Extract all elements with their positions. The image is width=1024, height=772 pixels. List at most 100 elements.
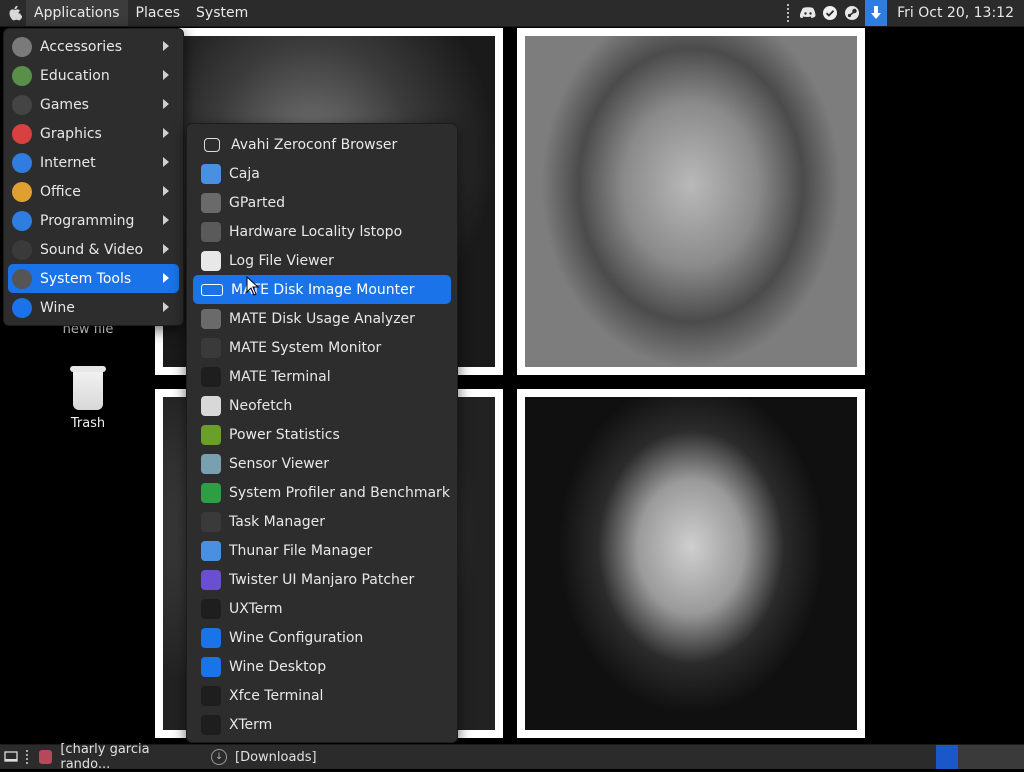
submenu-item-label: Caja	[229, 165, 260, 182]
uxterm-icon	[201, 598, 221, 619]
menu-item-sound-and-video[interactable]: Sound & Video	[8, 235, 179, 264]
submenu-item-caja[interactable]: Caja	[193, 159, 451, 188]
menu-item-label: Internet	[40, 154, 96, 171]
top-menu-applications[interactable]: Applications	[26, 0, 128, 26]
xfce-terminal-icon	[201, 685, 221, 706]
menu-item-label: Sound & Video	[40, 241, 144, 258]
games-icon	[12, 94, 32, 115]
menu-item-accessories[interactable]: Accessories	[8, 32, 179, 61]
system-tray: Fri Oct 20, 13:12	[787, 0, 1024, 26]
submenu-item-label: Task Manager	[229, 513, 326, 530]
sensor-viewer-icon	[201, 453, 221, 474]
workspace-2[interactable]	[958, 745, 1024, 769]
wine-desktop-icon	[201, 656, 221, 677]
disk-mounter-icon	[201, 283, 223, 296]
submenu-item-mate-disk-image-mounter[interactable]: MATE Disk Image Mounter	[193, 275, 451, 304]
submenu-item-uxterm[interactable]: UXTerm	[193, 594, 451, 623]
submenu-item-task-manager[interactable]: Task Manager	[193, 507, 451, 536]
wine-icon	[12, 297, 32, 318]
menu-item-education[interactable]: Education	[8, 61, 179, 90]
submenu-item-sensor-viewer[interactable]: Sensor Viewer	[193, 449, 451, 478]
menu-item-wine[interactable]: Wine	[8, 293, 179, 322]
submenu-item-thunar-file-manager[interactable]: Thunar File Manager	[193, 536, 451, 565]
chevron-right-icon	[163, 302, 169, 312]
xterm-icon	[201, 714, 221, 735]
chevron-right-icon	[163, 99, 169, 109]
menu-item-label: Wine	[40, 299, 75, 316]
chevron-right-icon	[163, 215, 169, 225]
submenu-item-system-profiler-and-benchmark[interactable]: System Profiler and Benchmark	[193, 478, 451, 507]
submenu-item-label: Hardware Locality lstopo	[229, 223, 403, 240]
steam-icon[interactable]	[843, 4, 861, 22]
taskbar-item-downloads[interactable]: ↓ [Downloads]	[207, 745, 321, 769]
submenu-item-xterm[interactable]: XTerm	[193, 710, 451, 739]
desktop-icon-trash[interactable]: Trash	[48, 366, 128, 431]
submenu-item-label: Avahi Zeroconf Browser	[231, 136, 398, 153]
workspace-1[interactable]	[936, 745, 958, 769]
menu-item-office[interactable]: Office	[8, 177, 179, 206]
submenu-item-label: Wine Desktop	[229, 658, 327, 675]
download-icon[interactable]	[865, 0, 888, 26]
submenu-item-mate-terminal[interactable]: MATE Terminal	[193, 362, 451, 391]
submenu-item-wine-desktop[interactable]: Wine Desktop	[193, 652, 451, 681]
top-menu-bar: Applications Places System	[0, 0, 256, 26]
thunar-icon	[201, 540, 221, 561]
menu-item-programming[interactable]: Programming	[8, 206, 179, 235]
submenu-item-label: XTerm	[229, 716, 273, 733]
submenu-item-label: GParted	[229, 194, 285, 211]
submenu-item-neofetch[interactable]: Neofetch	[193, 391, 451, 420]
submenu-item-label: UXTerm	[229, 600, 283, 617]
downloads-icon: ↓	[211, 749, 227, 765]
submenu-item-log-file-viewer[interactable]: Log File Viewer	[193, 246, 451, 275]
top-panel: Applications Places System Fri Oct 20, 1…	[0, 0, 1024, 27]
task-manager-icon	[201, 511, 221, 532]
submenu-item-gparted[interactable]: GParted	[193, 188, 451, 217]
programming-icon	[12, 210, 32, 231]
submenu-item-power-statistics[interactable]: Power Statistics	[193, 420, 451, 449]
submenu-item-label: Power Statistics	[229, 426, 340, 443]
menu-item-system-tools[interactable]: System Tools	[8, 264, 179, 293]
tray-handle-icon	[787, 4, 795, 22]
browser-icon	[39, 750, 53, 764]
submenu-item-hardware-locality-lstopo[interactable]: Hardware Locality lstopo	[193, 217, 451, 246]
chevron-right-icon	[163, 186, 169, 196]
menu-item-label: Programming	[40, 212, 135, 229]
submenu-item-label: Xfce Terminal	[229, 687, 324, 704]
menu-item-games[interactable]: Games	[8, 90, 179, 119]
menu-item-graphics[interactable]: Graphics	[8, 119, 179, 148]
terminal-icon	[201, 366, 221, 387]
gparted-icon	[201, 192, 221, 213]
bottom-panel: [charly garcia rando... ↓ [Downloads]	[0, 742, 1024, 772]
top-menu-places[interactable]: Places	[128, 0, 189, 26]
submenu-item-avahi-zeroconf-browser[interactable]: Avahi Zeroconf Browser	[193, 130, 451, 159]
submenu-item-mate-system-monitor[interactable]: MATE System Monitor	[193, 333, 451, 362]
twister-icon	[201, 569, 221, 590]
menu-item-label: Office	[40, 183, 81, 200]
submenu-item-label: Twister UI Manjaro Patcher	[229, 571, 415, 588]
system-monitor-icon	[201, 337, 221, 358]
discord-icon[interactable]	[799, 4, 817, 22]
log-viewer-icon	[201, 250, 221, 271]
apple-icon[interactable]	[4, 5, 26, 21]
submenu-item-label: Sensor Viewer	[229, 455, 330, 472]
submenu-item-label: MATE Terminal	[229, 368, 331, 385]
submenu-item-wine-configuration[interactable]: Wine Configuration	[193, 623, 451, 652]
accessories-icon	[12, 36, 32, 57]
chevron-right-icon	[163, 41, 169, 51]
top-menu-system[interactable]: System	[188, 0, 256, 26]
submenu-item-mate-disk-usage-analyzer[interactable]: MATE Disk Usage Analyzer	[193, 304, 451, 333]
internet-icon	[12, 152, 32, 173]
desktop-photo-bottom-right	[517, 389, 865, 738]
office-icon	[12, 181, 32, 202]
graphics-icon	[12, 123, 32, 144]
menu-item-internet[interactable]: Internet	[8, 148, 179, 177]
clock[interactable]: Fri Oct 20, 13:12	[891, 5, 1020, 21]
lstopo-icon	[201, 221, 221, 242]
check-circle-icon[interactable]	[821, 4, 839, 22]
submenu-item-label: MATE Disk Usage Analyzer	[229, 310, 415, 327]
show-desktop-icon[interactable]	[0, 745, 22, 769]
submenu-item-xfce-terminal[interactable]: Xfce Terminal	[193, 681, 451, 710]
chevron-right-icon	[163, 273, 169, 283]
submenu-item-twister-ui-manjaro-patcher[interactable]: Twister UI Manjaro Patcher	[193, 565, 451, 594]
taskbar-item-browser[interactable]: [charly garcia rando...	[35, 742, 201, 772]
